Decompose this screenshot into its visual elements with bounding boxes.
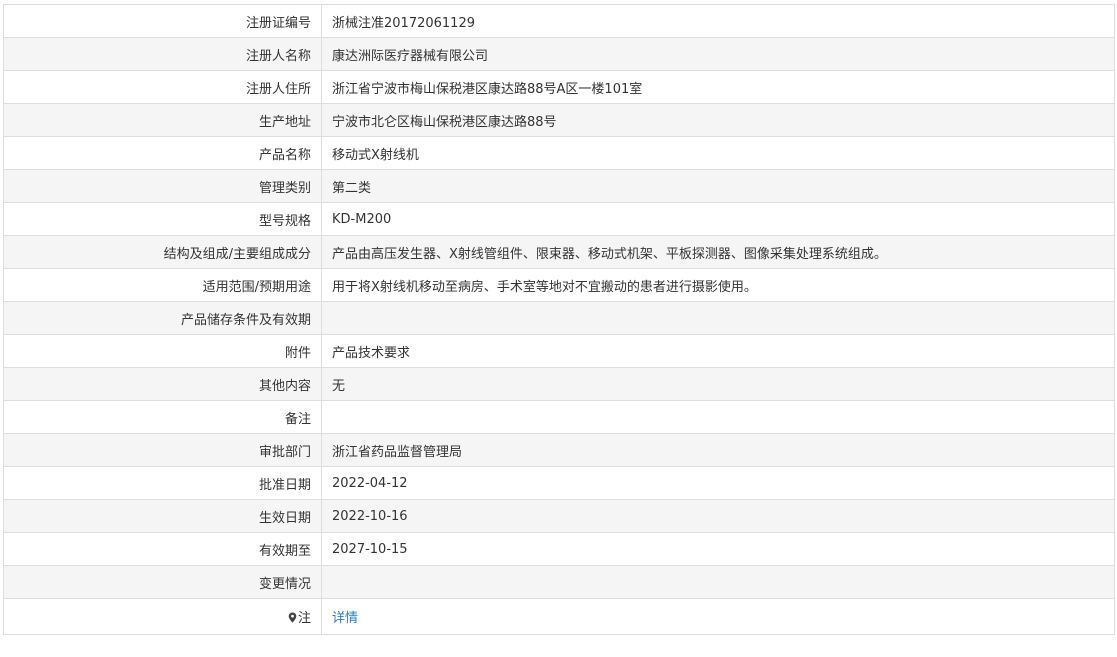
row-label: 批准日期 [3, 466, 322, 500]
table-row: 附件 产品技术要求 [3, 334, 1115, 368]
table-row: 产品储存条件及有效期 [3, 301, 1115, 335]
row-label: 审批部门 [3, 433, 322, 467]
registration-detail-table: 注册证编号 浙械注准20172061129 注册人名称 康达洲际医疗器械有限公司… [3, 4, 1115, 635]
table-row: 生效日期 2022-10-16 [3, 499, 1115, 533]
table-row: 产品名称 移动式X射线机 [3, 136, 1115, 170]
row-value: 产品技术要求 [321, 334, 1115, 368]
row-value: 产品由高压发生器、X射线管组件、限束器、移动式机架、平板探测器、图像采集处理系统… [321, 235, 1115, 269]
row-value [321, 565, 1115, 599]
note-row: 注 详情 [3, 598, 1115, 635]
table-row: 有效期至 2027-10-15 [3, 532, 1115, 566]
table-row: 备注 [3, 400, 1115, 434]
row-label: 附件 [3, 334, 322, 368]
row-label: 适用范围/预期用途 [3, 268, 322, 302]
row-value: 无 [321, 367, 1115, 401]
table-row: 审批部门 浙江省药品监督管理局 [3, 433, 1115, 467]
row-value: 2022-10-16 [321, 499, 1115, 533]
table-row: 其他内容 无 [3, 367, 1115, 401]
table-row: 批准日期 2022-04-12 [3, 466, 1115, 500]
row-value: 2027-10-15 [321, 532, 1115, 566]
row-label: 生效日期 [3, 499, 322, 533]
row-value [321, 301, 1115, 335]
row-label: 备注 [3, 400, 322, 434]
table-row: 管理类别 第二类 [3, 169, 1115, 203]
table-row: 注册证编号 浙械注准20172061129 [3, 4, 1115, 38]
row-label: 产品名称 [3, 136, 322, 170]
row-value: KD-M200 [321, 202, 1115, 236]
row-label: 变更情况 [3, 565, 322, 599]
row-label: 结构及组成/主要组成成分 [3, 235, 322, 269]
row-label: 型号规格 [3, 202, 322, 236]
row-label: 注册人名称 [3, 37, 322, 71]
row-label: 生产地址 [3, 103, 322, 137]
row-value [321, 400, 1115, 434]
note-value-cell: 详情 [321, 598, 1115, 635]
row-value: 2022-04-12 [321, 466, 1115, 500]
table-row: 注册人名称 康达洲际医疗器械有限公司 [3, 37, 1115, 71]
table-row: 变更情况 [3, 565, 1115, 599]
table-row: 注册人住所 浙江省宁波市梅山保税港区康达路88号A区一楼101室 [3, 70, 1115, 104]
row-value: 康达洲际医疗器械有限公司 [321, 37, 1115, 71]
detail-link[interactable]: 详情 [332, 611, 358, 626]
note-label-cell: 注 [3, 598, 322, 635]
row-label: 管理类别 [3, 169, 322, 203]
row-label: 有效期至 [3, 532, 322, 566]
row-value: 宁波市北仑区梅山保税港区康达路88号 [321, 103, 1115, 137]
row-value: 浙江省药品监督管理局 [321, 433, 1115, 467]
row-value: 用于将X射线机移动至病房、手术室等地对不宜搬动的患者进行摄影使用。 [321, 268, 1115, 302]
row-label: 产品储存条件及有效期 [3, 301, 322, 335]
row-label: 其他内容 [3, 367, 322, 401]
row-value: 移动式X射线机 [321, 136, 1115, 170]
row-label: 注册证编号 [3, 4, 322, 38]
row-label: 注册人住所 [3, 70, 322, 104]
table-row: 生产地址 宁波市北仑区梅山保税港区康达路88号 [3, 103, 1115, 137]
table-row: 适用范围/预期用途 用于将X射线机移动至病房、手术室等地对不宜搬动的患者进行摄影… [3, 268, 1115, 302]
table-row: 型号规格 KD-M200 [3, 202, 1115, 236]
table-row: 结构及组成/主要组成成分 产品由高压发生器、X射线管组件、限束器、移动式机架、平… [3, 235, 1115, 269]
row-value: 浙械注准20172061129 [321, 4, 1115, 38]
map-marker-icon [288, 612, 297, 623]
row-value: 第二类 [321, 169, 1115, 203]
row-value: 浙江省宁波市梅山保税港区康达路88号A区一楼101室 [321, 70, 1115, 104]
note-label: 注 [297, 611, 311, 626]
